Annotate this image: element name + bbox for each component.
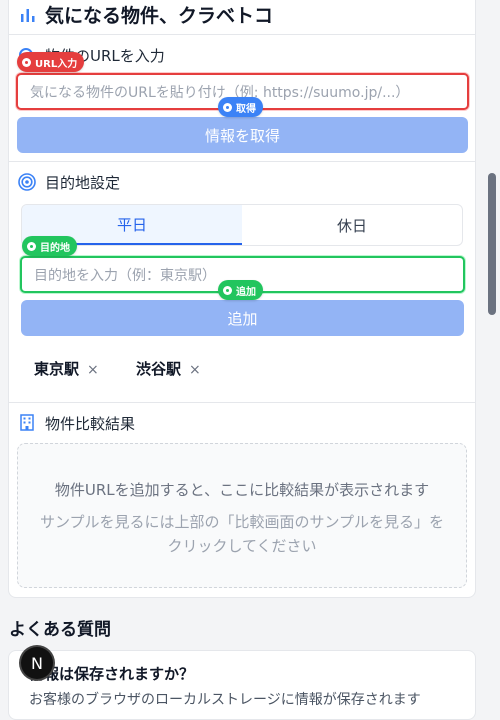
app-header: 気になる物件、クラベトコ (8, 0, 476, 35)
day-type-tabs: 平日 休日 (21, 204, 463, 246)
tab-weekday-label: 平日 (116, 215, 147, 234)
url-input-placeholder: 気になる物件のURLを貼り付け（例: https://suumo.jp/...） (30, 84, 410, 101)
add-badge-label: 追加 (236, 286, 256, 298)
url-badge-label: URL入力 (35, 58, 78, 70)
faq-heading: よくある質問 (9, 620, 111, 640)
faq-question: 情報は保存されますか？ (29, 665, 195, 683)
badge-dot-icon (223, 285, 232, 295)
badge-dot-icon (27, 241, 36, 251)
fetch-button-label: 情報を取得 (204, 126, 280, 145)
bar-chart-icon (20, 7, 36, 27)
tab-holiday-label: 休日 (336, 216, 367, 235)
destination-badge-label: 目的地 (40, 242, 70, 254)
fetch-info-button[interactable]: 情報を取得 (17, 117, 468, 153)
scrollbar-thumb[interactable] (488, 173, 496, 315)
building-icon (20, 414, 34, 435)
results-empty-state: 物件URLを追加すると、ここに比較結果が表示されます サンプルを見るには上部の「… (17, 443, 467, 588)
chip-label: 東京駅 (34, 360, 80, 378)
results-section-label: 物件比較結果 (45, 415, 136, 433)
page-title: 気になる物件、クラベトコ (45, 5, 274, 27)
remove-chip-icon[interactable]: × (87, 362, 99, 378)
badge-dot-icon (223, 102, 232, 112)
target-icon (18, 173, 36, 195)
chip-label: 渋谷駅 (136, 360, 182, 378)
faq-item[interactable]: 情報は保存されますか？ お客様のブラウザのローカルストレージに情報が保存されます (8, 650, 476, 720)
fetch-badge-label: 取得 (236, 103, 256, 115)
destination-chip: 渋谷駅 × (136, 358, 201, 379)
section-divider (8, 161, 476, 162)
destination-input-placeholder: 目的地を入力（例：東京駅） (34, 267, 216, 284)
destination-section-label: 目的地設定 (45, 174, 121, 192)
badge-dot-icon (22, 57, 31, 67)
empty-message: 物件URLを追加すると、ここに比較結果が表示されます (54, 481, 430, 499)
add-badge: 追加 (218, 280, 263, 300)
tab-holiday[interactable]: 休日 (242, 205, 462, 245)
avatar[interactable]: N (21, 647, 53, 679)
empty-hint: サンプルを見るには上部の「比較画面のサンプルを見る」をクリックしてください (39, 513, 445, 555)
add-destination-button[interactable]: 追加 (21, 300, 464, 336)
url-input-badge: URL入力 (17, 52, 85, 72)
destination-chip: 東京駅 × (34, 358, 99, 379)
scrollbar-track[interactable] (484, 0, 500, 700)
add-button-label: 追加 (227, 309, 258, 328)
fetch-badge: 取得 (218, 97, 263, 117)
faq-answer: お客様のブラウザのローカルストレージに情報が保存されます (29, 692, 421, 708)
avatar-letter: N (31, 653, 43, 673)
remove-chip-icon[interactable]: × (189, 362, 201, 378)
section-divider (8, 402, 476, 403)
destination-badge: 目的地 (22, 236, 77, 256)
